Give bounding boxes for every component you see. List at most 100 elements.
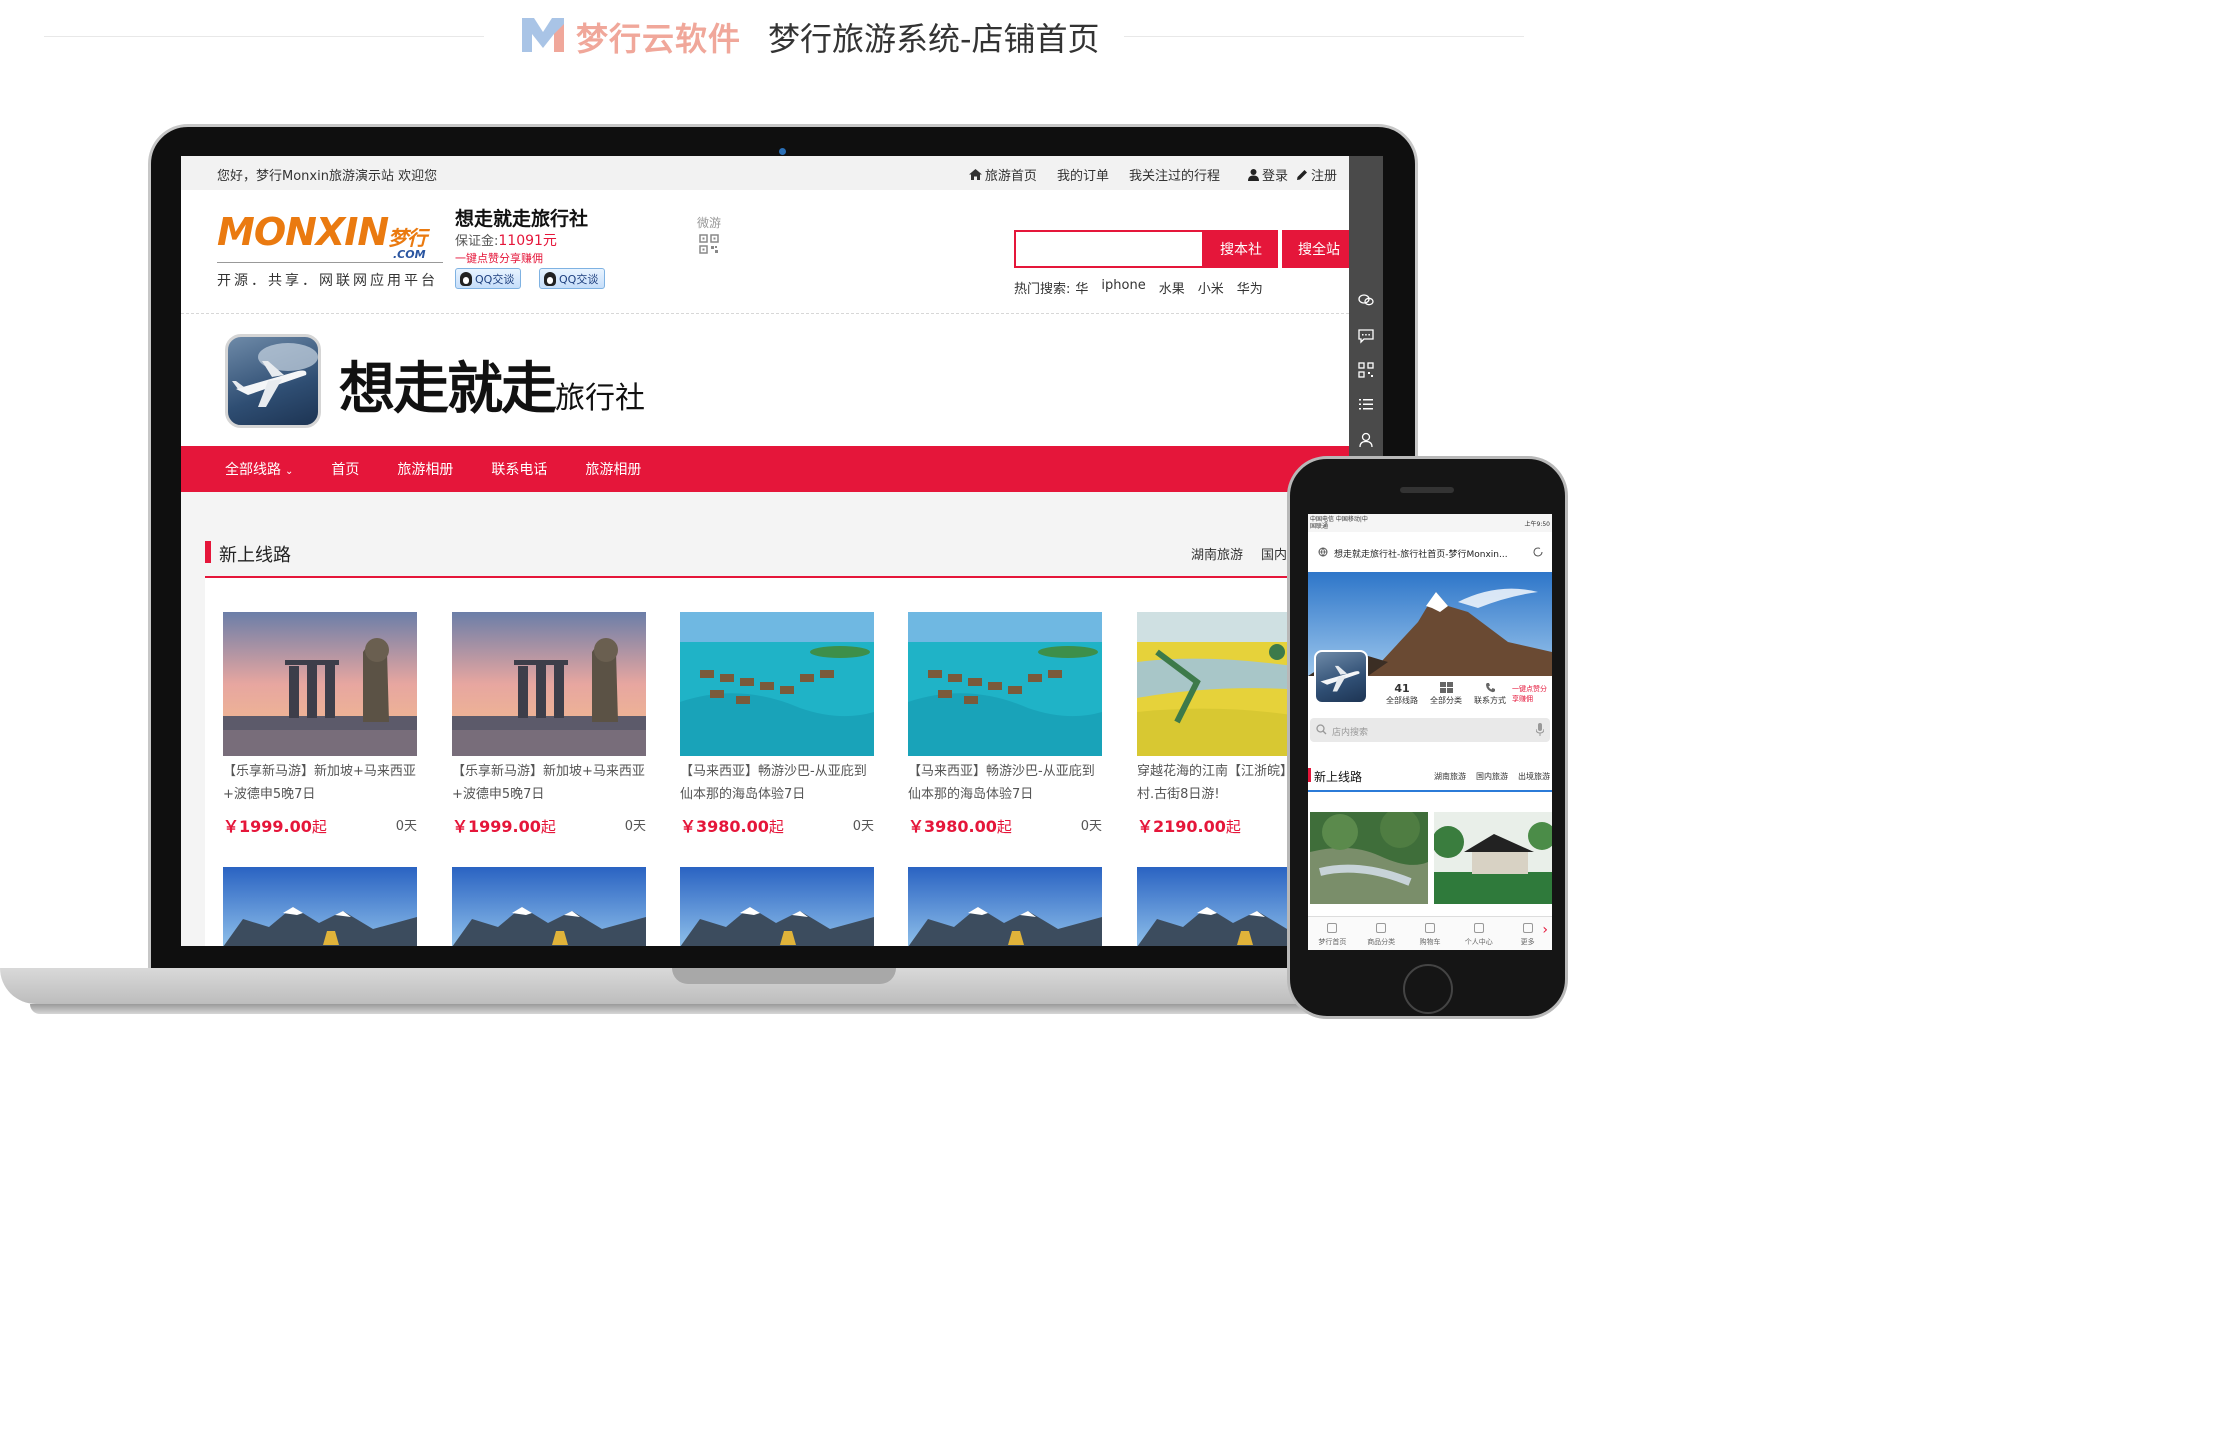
product-title[interactable]: 【马来西亚】畅游沙巴-从亚庇到仙本那的海岛体验7日 [908,760,1104,806]
nav-all-routes-label: 全部线路 [225,462,281,478]
clock-text: 上午9:50 [1524,521,1550,528]
product-price: ￥3980.00起 0天 [680,813,876,837]
status-bar: 中国电信 中国移动|中国联通 上午9:50 [1308,514,1552,532]
qq-chat-button-2[interactable]: QQ交谈 [539,268,606,289]
tab-cart-label: 购物车 [1419,938,1441,946]
grid-icon [1522,923,1533,933]
mobile-search-input[interactable]: 店内搜索 [1310,718,1550,742]
tab-cart[interactable]: 购物车 [1406,917,1455,950]
mobile-product-image[interactable] [1310,812,1428,904]
message-icon[interactable] [1358,328,1374,344]
stat-routes-label: 全部线路 [1386,696,1418,705]
product-card[interactable]: 【乐享新马游】新加坡+马来西亚+波德申5晚7日 ￥1999.00起 0天 [223,612,419,837]
tab-home[interactable]: 梦行首页 [1308,917,1357,950]
desktop-site: 您好，梦行Monxin旅游演示站 欢迎您 旅游首页 我的订单 我关注过的行程 登… [181,156,1349,946]
mobile-category-link[interactable]: 湖南旅游 [1434,771,1466,782]
hot-keyword[interactable]: 华 [1075,278,1088,297]
phone-speaker [1400,487,1454,493]
hot-keyword[interactable]: 小米 [1198,278,1224,297]
deposit-value: 11091元 [498,233,557,249]
product-days: 0天 [624,819,646,834]
search-icon [1316,724,1327,735]
mobile-tab-bar: 梦行首页 商品分类 购物车 个人中心 更多 [1308,916,1552,950]
shop-big-name: 想走就走旅行社 [339,344,645,425]
login-label: 登录 [1261,169,1288,184]
qr-code-icon[interactable] [1358,362,1374,378]
register-link[interactable]: 注册 [1296,165,1337,184]
section-header: 新上线路 湖南旅游 国内旅游 [205,538,1325,578]
followed-trips-link[interactable]: 我关注过的行程 [1129,165,1220,184]
nav-phone[interactable]: 联系电话 [491,459,547,479]
product-image[interactable] [908,867,1102,946]
price-value: ￥1999.00 [452,817,541,836]
qr-code-icon[interactable] [699,234,719,254]
airplane-icon [232,343,318,407]
nav-all-routes[interactable]: 全部线路 ⌄ [225,459,293,479]
mobile-category-link[interactable]: 出境旅游 [1518,771,1550,782]
search-all-button[interactable]: 搜全站 [1282,230,1349,268]
home-icon [968,169,982,180]
price-suffix: 起 [540,818,556,836]
shop-name: 想走就走旅行社 [455,208,589,230]
carrier-text: 中国电信 中国移动|中国联通 [1310,516,1368,530]
globe-icon [1318,547,1328,557]
hot-keyword[interactable]: 华为 [1237,278,1263,297]
nav-home[interactable]: 首页 [331,459,359,479]
product-image[interactable] [452,867,646,946]
weiyou-label: 微游 [697,216,722,230]
list-icon[interactable] [1358,396,1374,412]
price-value: ￥3980.00 [908,817,997,836]
stat-contact[interactable]: 联系方式 [1470,682,1510,706]
tab-categories[interactable]: 商品分类 [1357,917,1406,950]
phone-home-button[interactable] [1403,964,1453,1014]
category-link[interactable]: 湖南旅游 [1191,544,1243,563]
mobile-category-link[interactable]: 国内旅游 [1476,771,1508,782]
register-label: 注册 [1310,169,1337,184]
chevron-right-icon[interactable]: › [1542,922,1548,938]
shop-big-name-main: 想走就走 [339,357,557,422]
search-shop-button[interactable]: 搜本社 [1204,230,1278,268]
hot-keyword[interactable]: 水果 [1159,278,1185,297]
mobile-search-placeholder: 店内搜索 [1332,728,1369,738]
product-title[interactable]: 【马来西亚】畅游沙巴-从亚庇到仙本那的海岛体验7日 [680,760,876,806]
list-icon [1376,923,1387,933]
product-image[interactable] [680,867,874,946]
stat-categories[interactable]: 全部分类 [1426,682,1466,706]
product-title[interactable]: 【乐享新马游】新加坡+马来西亚+波德申5晚7日 [452,760,648,806]
login-link[interactable]: 登录 [1247,165,1288,184]
price-suffix: 起 [996,818,1012,836]
greeting-text: 您好，梦行Monxin旅游演示站 欢迎您 [217,169,438,184]
stat-routes[interactable]: 41 全部线路 [1384,682,1420,706]
qq-chat-button-1[interactable]: QQ交谈 [455,268,522,289]
product-card[interactable]: 【马来西亚】畅游沙巴-从亚庇到仙本那的海岛体验7日 ￥3980.00起 0天 [908,612,1104,837]
hot-keyword[interactable]: iphone [1101,278,1145,297]
my-orders-link[interactable]: 我的订单 [1057,165,1109,184]
share-link[interactable]: 一键点赞分享赚佣 [455,250,543,266]
url-bar[interactable]: 想走就走旅行社-旅行社首页-梦行Monxin... [1308,540,1552,564]
product-image[interactable] [223,612,417,756]
tab-user-center[interactable]: 个人中心 [1454,917,1503,950]
qq-label: QQ交谈 [559,272,599,286]
nav-album-2[interactable]: 旅游相册 [585,459,641,479]
mobile-share-link[interactable]: 一键点赞分享赚佣 [1512,684,1552,704]
product-image[interactable] [452,612,646,756]
reload-icon[interactable] [1532,546,1544,558]
product-card[interactable]: 【乐享新马游】新加坡+马来西亚+波德申5晚7日 ￥1999.00起 0天 [452,612,648,837]
wechat-icon[interactable] [1358,292,1374,308]
product-title[interactable]: 【乐享新马游】新加坡+马来西亚+波德申5晚7日 [223,760,419,806]
pencil-icon [1296,169,1307,180]
price-value: ￥3980.00 [680,817,769,836]
mobile-product-image[interactable] [1434,812,1552,904]
qq-label: QQ交谈 [475,272,515,286]
product-image[interactable] [680,612,874,756]
product-card[interactable]: 【马来西亚】畅游沙巴-从亚庇到仙本那的海岛体验7日 ￥3980.00起 0天 [680,612,876,837]
user-icon[interactable] [1358,432,1374,448]
search-input[interactable] [1014,230,1204,268]
microphone-icon[interactable] [1536,723,1544,736]
nav-album[interactable]: 旅游相册 [397,459,453,479]
product-image[interactable] [223,867,417,946]
product-image[interactable] [908,612,1102,756]
travel-home-link[interactable]: 旅游首页 [968,165,1037,184]
logo-text: MONXIN [217,210,389,254]
stat-categories-label: 全部分类 [1430,696,1462,705]
